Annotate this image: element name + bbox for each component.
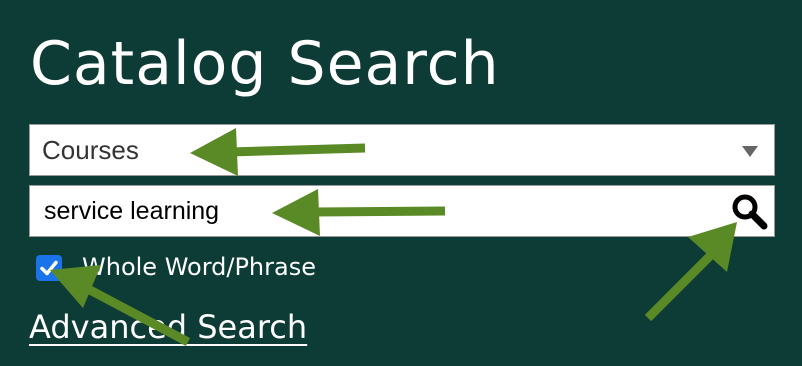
- annotation-arrows: [50, 128, 737, 346]
- annotation-arrow: [50, 265, 191, 346]
- annotation-arrow: [272, 189, 446, 236]
- annotation-arrow: [644, 222, 737, 322]
- annotation-arrow: [190, 128, 366, 176]
